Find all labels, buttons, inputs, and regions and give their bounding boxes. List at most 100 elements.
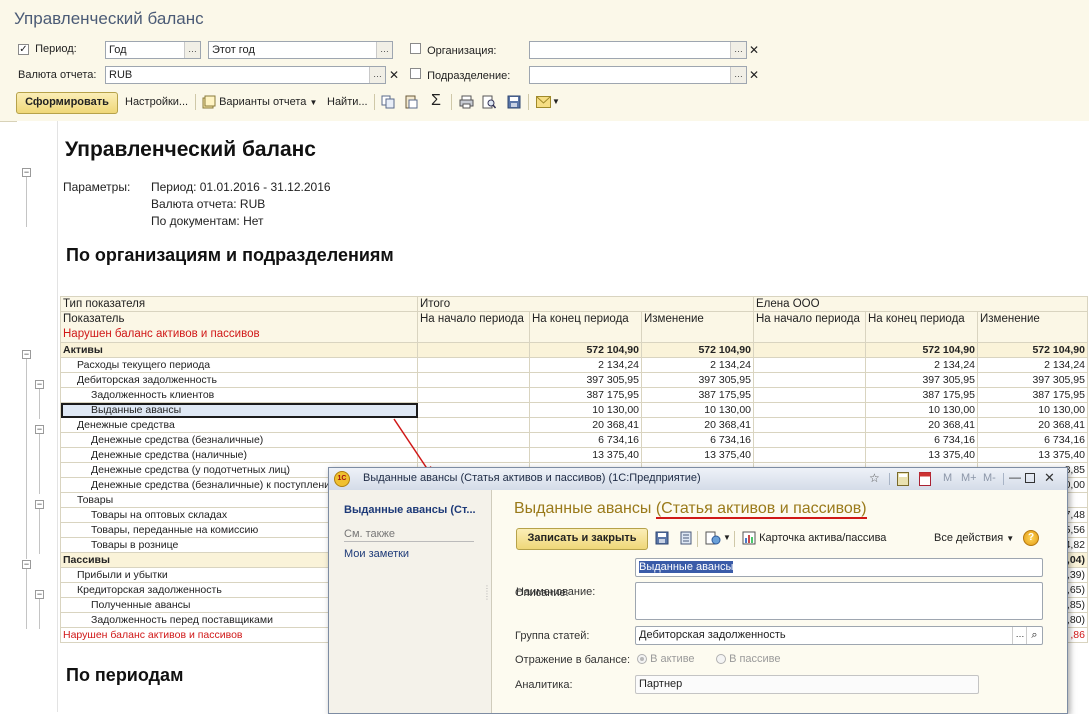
generate-report-button[interactable]: Сформировать — [16, 92, 118, 114]
copy-icon[interactable] — [381, 95, 395, 109]
value-cell[interactable]: 397 305,95 — [529, 372, 642, 388]
balance-assets-radio[interactable]: В активе — [637, 653, 695, 665]
row-name-cell[interactable]: Задолженность клиентов — [60, 387, 418, 403]
period-checkbox[interactable]: ✓ — [18, 44, 29, 55]
org-select-button[interactable]: … — [730, 42, 746, 58]
value-cell[interactable] — [417, 372, 530, 388]
value-cell[interactable] — [417, 357, 530, 373]
splitter-handle[interactable]: ⋮ ⋮ — [483, 585, 491, 601]
asset-card-button[interactable]: Карточка актива/пассива — [742, 530, 886, 546]
value-cell[interactable] — [417, 342, 530, 358]
dialog-titlebar[interactable]: 1С Выданные авансы (Статья активов и пас… — [329, 468, 1067, 491]
value-cell[interactable]: 20 368,41 — [641, 417, 754, 433]
value-cell[interactable]: 2 134,24 — [865, 357, 978, 373]
row-name-cell[interactable]: Дебиторская задолженность — [60, 372, 418, 388]
settings-button[interactable]: Настройки... — [125, 91, 188, 113]
row-name-cell[interactable]: Денежные средства — [60, 417, 418, 433]
analytics-field[interactable]: Партнер — [635, 675, 979, 694]
dept-checkbox-wrap[interactable]: Подразделение: — [410, 68, 510, 82]
mail-icon[interactable] — [536, 96, 551, 108]
value-cell[interactable] — [753, 417, 866, 433]
org-clear-icon[interactable]: ✕ — [747, 42, 761, 58]
value-cell[interactable]: 13 375,40 — [641, 447, 754, 463]
value-cell[interactable]: 572 104,90 — [641, 342, 754, 358]
value-cell[interactable]: 387 175,95 — [977, 387, 1088, 403]
sum-icon[interactable]: Σ — [431, 92, 441, 110]
description-textarea[interactable] — [635, 582, 1043, 620]
period-value-field[interactable]: Этот год … — [208, 41, 393, 59]
value-cell[interactable]: 6 734,16 — [529, 432, 642, 448]
value-cell[interactable] — [753, 372, 866, 388]
collapse-icon[interactable]: − — [35, 425, 44, 434]
memory-plus-button[interactable]: M+ — [961, 472, 977, 484]
maximize-icon[interactable] — [1025, 473, 1035, 483]
row-name-cell[interactable]: Денежные средства (безналичные) — [60, 432, 418, 448]
org-checkbox[interactable] — [410, 43, 421, 54]
value-cell[interactable]: 2 134,24 — [977, 357, 1088, 373]
calculator-icon[interactable] — [897, 472, 909, 486]
value-cell[interactable]: 6 734,16 — [865, 432, 978, 448]
value-cell[interactable] — [753, 387, 866, 403]
paste-icon[interactable] — [404, 95, 418, 109]
value-cell[interactable]: 572 104,90 — [865, 342, 978, 358]
balance-liabilities-radio[interactable]: В пассиве — [716, 653, 781, 665]
collapse-icon[interactable]: − — [35, 590, 44, 599]
collapse-icon[interactable]: − — [22, 168, 31, 177]
value-cell[interactable]: 10 130,00 — [977, 402, 1088, 418]
currency-field[interactable]: RUB … — [105, 66, 386, 84]
period-checkbox-wrap[interactable]: ✓ Период: — [18, 43, 77, 55]
name-input[interactable]: Выданные авансы — [635, 558, 1043, 577]
mail-chevron-down-icon[interactable]: ▼ — [552, 97, 560, 106]
favorite-icon[interactable]: ☆ — [869, 471, 880, 485]
memory-minus-button[interactable]: M- — [983, 472, 996, 484]
value-cell[interactable]: 2 134,24 — [641, 357, 754, 373]
value-cell[interactable] — [753, 447, 866, 463]
value-cell[interactable]: 397 305,95 — [641, 372, 754, 388]
value-cell[interactable] — [417, 387, 530, 403]
print-preview-icon[interactable] — [482, 95, 496, 109]
period-type-select-button[interactable]: … — [184, 42, 200, 58]
value-cell[interactable]: 13 375,40 — [865, 447, 978, 463]
value-cell[interactable]: 387 175,95 — [641, 387, 754, 403]
nav-my-notes-link[interactable]: Мои заметки — [344, 548, 409, 560]
period-type-field[interactable]: Год … — [105, 41, 201, 59]
org-field[interactable]: … — [529, 41, 747, 59]
value-cell[interactable]: 13 375,40 — [529, 447, 642, 463]
memory-m-button[interactable]: M — [943, 472, 952, 484]
print-icon[interactable] — [459, 95, 474, 109]
row-name-cell[interactable]: Выданные авансы — [60, 402, 418, 418]
value-cell[interactable]: 572 104,90 — [529, 342, 642, 358]
group-field[interactable]: Дебиторская задолженность … ⌕ — [635, 626, 1043, 645]
value-cell[interactable] — [753, 432, 866, 448]
all-actions-button[interactable]: Все действия ▼ — [934, 530, 1014, 547]
find-button[interactable]: Найти... — [327, 91, 368, 113]
post-icon[interactable] — [680, 531, 692, 545]
value-cell[interactable]: 572 104,90 — [977, 342, 1088, 358]
value-cell[interactable] — [753, 402, 866, 418]
collapse-icon[interactable]: − — [35, 380, 44, 389]
dept-field[interactable]: … — [529, 66, 747, 84]
value-cell[interactable] — [753, 342, 866, 358]
currency-clear-icon[interactable]: ✕ — [387, 67, 401, 83]
row-name-cell[interactable]: Активы — [60, 342, 418, 358]
org-checkbox-wrap[interactable]: Организация: — [410, 43, 496, 57]
save-icon[interactable] — [655, 531, 669, 545]
group-select-button[interactable]: … — [1012, 627, 1027, 644]
calendar-icon[interactable] — [919, 472, 931, 486]
help-icon[interactable]: ? — [1023, 530, 1039, 546]
value-cell[interactable] — [753, 357, 866, 373]
collapse-icon[interactable]: − — [22, 560, 31, 569]
value-cell[interactable]: 387 175,95 — [865, 387, 978, 403]
value-cell[interactable]: 6 734,16 — [977, 432, 1088, 448]
value-cell[interactable]: 10 130,00 — [529, 402, 642, 418]
period-value-select-button[interactable]: … — [376, 42, 392, 58]
dept-clear-icon[interactable]: ✕ — [747, 67, 761, 83]
close-icon[interactable]: ✕ — [1044, 470, 1055, 486]
related-documents-icon[interactable] — [705, 531, 721, 545]
save-and-close-button[interactable]: Записать и закрыть — [516, 528, 648, 550]
value-cell[interactable]: 397 305,95 — [977, 372, 1088, 388]
related-chevron-down-icon[interactable]: ▼ — [723, 533, 731, 542]
value-cell[interactable]: 10 130,00 — [641, 402, 754, 418]
value-cell[interactable]: 13 375,40 — [977, 447, 1088, 463]
row-name-cell[interactable]: Расходы текущего периода — [60, 357, 418, 373]
